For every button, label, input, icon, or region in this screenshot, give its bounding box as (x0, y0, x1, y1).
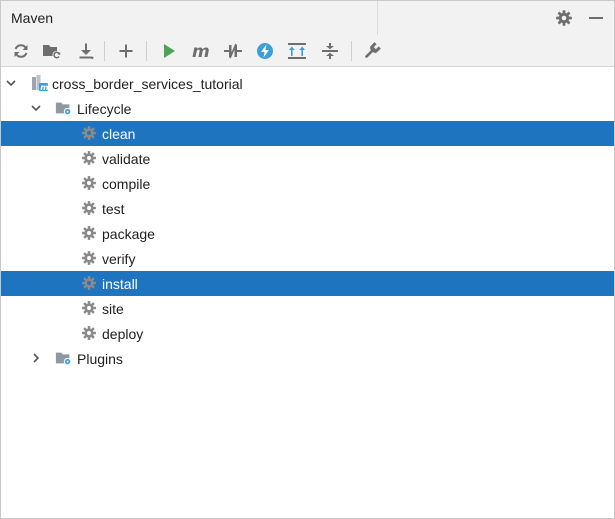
goal-label: validate (102, 151, 151, 167)
goal-label: test (102, 201, 125, 217)
toolbar-separator (146, 41, 147, 61)
run-button[interactable] (158, 40, 180, 62)
tree-node-plugins[interactable]: Plugins (1, 346, 614, 371)
gear-icon (80, 249, 98, 267)
lifecycle-folder-icon (55, 99, 73, 117)
download-button[interactable] (75, 40, 97, 62)
collapse-all-button[interactable] (319, 40, 341, 62)
gear-icon (80, 124, 98, 142)
goal-label: deploy (102, 326, 144, 342)
goal-label: clean (102, 126, 136, 142)
tree-node-goal-test[interactable]: test (1, 196, 614, 221)
tree-node-goal-deploy[interactable]: deploy (1, 321, 614, 346)
title-divider (377, 1, 378, 35)
goal-label: install (102, 276, 138, 292)
show-dependencies-button[interactable] (286, 40, 308, 62)
plugins-folder-icon (55, 349, 73, 367)
download-icon (79, 43, 94, 60)
execute-goal-icon: m (192, 42, 210, 60)
panel-title: Maven (11, 10, 54, 26)
skip-tests-button[interactable] (254, 40, 276, 62)
toolbar-separator (351, 41, 352, 61)
maven-project-icon: m (31, 74, 49, 92)
lifecycle-label: Lifecycle (77, 101, 132, 117)
goal-label: compile (102, 176, 151, 192)
project-label: cross_border_services_tutorial (52, 76, 243, 92)
tree-node-goal-install[interactable]: install (1, 271, 614, 296)
toggle-offline-button[interactable] (222, 40, 244, 62)
gear-icon (80, 149, 98, 167)
goal-label: site (102, 301, 124, 317)
svg-text:m: m (192, 42, 210, 60)
goal-label: verify (102, 251, 136, 267)
tree-node-goal-site[interactable]: site (1, 296, 614, 321)
gear-icon (80, 299, 98, 317)
maven-tool-window: Maven m m cross_border_services_tutorial… (0, 0, 615, 519)
tree-node-goal-verify[interactable]: verify (1, 246, 614, 271)
tree-node-goal-clean[interactable]: clean (1, 121, 614, 146)
toggle-offline-icon (224, 43, 242, 59)
maven-settings-button[interactable] (361, 40, 383, 62)
tree-node-goal-package[interactable]: package (1, 221, 614, 246)
tree-node-goal-validate[interactable]: validate (1, 146, 614, 171)
gear-icon (556, 10, 572, 26)
generate-sources-button[interactable] (41, 40, 63, 62)
execute-goal-button[interactable]: m (190, 40, 212, 62)
svg-text:m: m (40, 83, 48, 92)
goal-label: package (102, 226, 155, 242)
add-icon (119, 44, 133, 58)
chevron-right-icon[interactable] (29, 351, 43, 365)
collapse-all-icon (322, 43, 338, 59)
tree-node-goal-compile[interactable]: compile (1, 171, 614, 196)
gear-icon (80, 174, 98, 192)
gear-icon (80, 224, 98, 242)
run-icon (164, 44, 175, 58)
gear-icon (80, 324, 98, 342)
minimize-button[interactable] (585, 7, 607, 29)
show-dependencies-icon (288, 43, 306, 59)
tree-node-lifecycle[interactable]: Lifecycle (1, 96, 614, 121)
chevron-down-icon[interactable] (4, 76, 18, 90)
title-bar: Maven (1, 1, 614, 35)
toolbar-separator (104, 41, 105, 61)
gear-icon (80, 274, 98, 292)
reload-button[interactable] (10, 40, 32, 62)
chevron-down-icon[interactable] (29, 101, 43, 115)
reload-icon (14, 44, 28, 58)
tree-node-project[interactable]: m cross_border_services_tutorial (1, 71, 614, 96)
plugins-label: Plugins (77, 351, 123, 367)
gear-icon (80, 199, 98, 217)
generate-sources-icon (43, 45, 61, 59)
add-button[interactable] (115, 40, 137, 62)
skip-tests-icon (257, 43, 273, 59)
toolbar: m (1, 35, 614, 67)
minimize-icon (589, 17, 603, 19)
settings-button[interactable] (553, 7, 575, 29)
settings-wrench-icon (365, 42, 381, 58)
